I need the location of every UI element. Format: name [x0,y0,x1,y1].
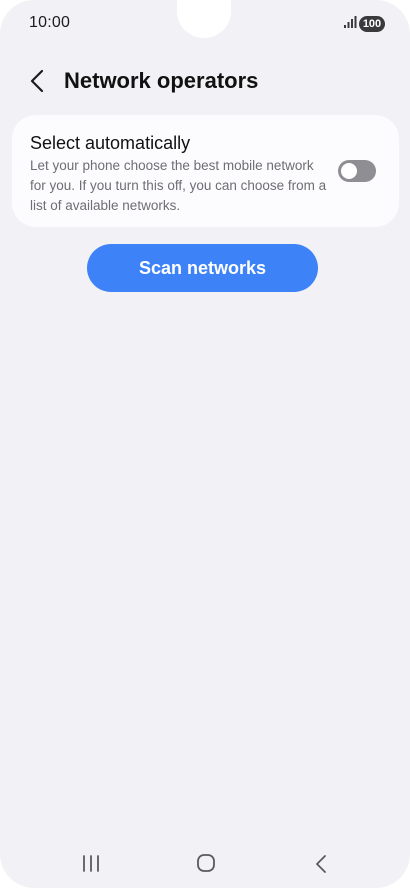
select-automatically-toggle[interactable] [338,160,376,182]
back-icon[interactable] [307,852,335,876]
home-icon[interactable] [192,852,220,876]
scan-networks-button[interactable]: Scan networks [87,244,318,292]
app-header: Network operators [0,60,410,104]
chevron-left-icon[interactable] [26,68,50,94]
select-automatically-description: Let your phone choose the best mobile ne… [30,158,327,213]
status-time: 10:00 [29,14,71,31]
battery-badge: 100 [359,16,385,32]
select-automatically-title: Select automatically [30,133,191,153]
page-title: Network operators [64,68,259,93]
select-automatically-row[interactable]: Select automatically Let your phone choo… [12,115,399,227]
navigation-bar [0,838,410,888]
signal-bars-icon [344,16,357,28]
toggle-knob [341,163,357,179]
recents-icon[interactable] [77,852,105,876]
phone-screen: 10:00 100 Network operators Select autom… [0,0,410,888]
status-bar: 10:00 100 [0,0,410,46]
